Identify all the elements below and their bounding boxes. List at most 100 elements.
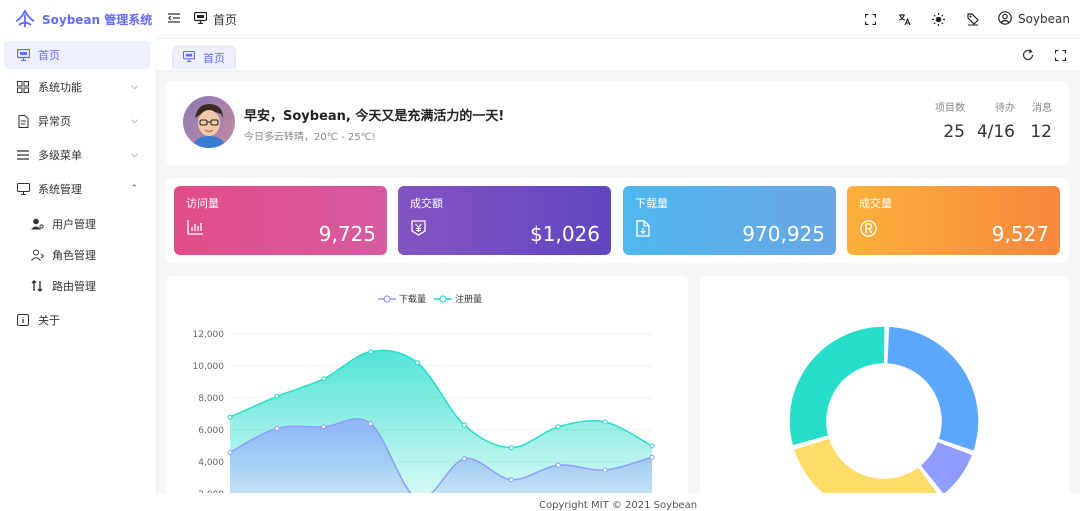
sidebar: Soybean 管理系统 首页 系统功能 ⌵ 异常页 ⌵ 多级菜单 ⌵ 系统管理… — [0, 0, 156, 511]
registered-icon — [860, 220, 877, 241]
legend-item[interactable]: 下载量 — [378, 293, 426, 305]
sidebar-item-multi-menu[interactable]: 多级菜单 ⌵ — [4, 141, 150, 169]
sidebar-item-label: 异常页 — [38, 115, 71, 128]
chevron-down-icon: ⌵ — [131, 82, 138, 92]
tab-home[interactable]: 首页 — [172, 46, 236, 69]
donut-chart — [788, 325, 980, 511]
sidebar-item-route-management[interactable]: 路由管理 — [4, 272, 150, 300]
data-point[interactable] — [649, 454, 655, 460]
data-point[interactable] — [274, 393, 280, 399]
sun-icon[interactable] — [924, 4, 954, 34]
data-point[interactable] — [368, 349, 374, 355]
sidebar-item-label: 首页 — [38, 49, 60, 62]
sidebar-item-label: 角色管理 — [52, 249, 96, 262]
breadcrumb-label: 首页 — [213, 12, 238, 27]
admin-monitor-icon — [16, 182, 30, 196]
fullscreen-icon[interactable] — [856, 4, 886, 34]
data-point[interactable] — [368, 421, 374, 427]
user-setting-icon — [30, 217, 44, 231]
theme-config-icon[interactable] — [958, 4, 988, 34]
role-icon — [30, 248, 44, 262]
sidebar-item-system-management[interactable]: 系统管理 ⌃ — [4, 175, 150, 203]
deals-card[interactable]: 成交量 9,527 — [847, 186, 1060, 255]
data-point[interactable] — [649, 443, 655, 449]
sidebar-item-exception[interactable]: 异常页 ⌵ — [4, 107, 150, 135]
sidebar-item-system-functions[interactable]: 系统功能 ⌵ — [4, 73, 150, 101]
data-point[interactable] — [274, 425, 280, 431]
sidebar-item-about[interactable]: 关于 — [4, 306, 150, 334]
data-point[interactable] — [508, 477, 514, 483]
y-tick-label: 8,000 — [198, 394, 224, 404]
monitor-icon — [16, 48, 30, 62]
data-point[interactable] — [461, 456, 467, 462]
fullscreen-content-button[interactable] — [1048, 43, 1072, 67]
legend-label: 注册量 — [455, 293, 482, 305]
sidebar-item-label: 多级菜单 — [38, 149, 82, 162]
pie-slice[interactable] — [788, 325, 886, 447]
menu-collapse-icon[interactable] — [168, 12, 180, 26]
data-point[interactable] — [321, 424, 327, 430]
data-point[interactable] — [415, 360, 421, 366]
monitor-icon — [182, 50, 196, 65]
data-point[interactable] — [321, 376, 327, 382]
data-point[interactable] — [508, 445, 514, 451]
sidebar-item-user-management[interactable]: 用户管理 — [4, 210, 150, 238]
card-value: 9,527 — [991, 222, 1049, 246]
line-chart: 2,0004,0006,0008,00010,00012,000下载量注册量 — [193, 293, 655, 511]
card-title: 成交量 — [859, 197, 892, 210]
sidebar-item-label: 系统功能 — [38, 81, 82, 94]
grid-icon — [16, 80, 30, 94]
data-point[interactable] — [602, 467, 608, 473]
data-point[interactable] — [555, 424, 561, 430]
fullscreen-icon — [1054, 49, 1066, 61]
tab-bar: 首页 — [156, 38, 1080, 70]
stat-todo: 待办 4/16 — [977, 99, 1015, 142]
greeting-text: 早安，Soybean, 今天又是充满活力的一天! — [244, 109, 505, 124]
sidebar-item-role-management[interactable]: 角色管理 — [4, 241, 150, 269]
data-point[interactable] — [555, 462, 561, 468]
data-point[interactable] — [602, 419, 608, 425]
visits-card[interactable]: 访问量 9,725 — [174, 186, 387, 255]
card-value: 9,725 — [318, 222, 376, 246]
user-menu[interactable]: Soybean — [992, 10, 1076, 28]
stat-label: 待办 — [995, 103, 1015, 114]
data-point[interactable] — [461, 422, 467, 428]
line-chart-card: 2,0004,0006,0008,00010,00012,000下载量注册量 — [166, 276, 688, 511]
stat-value: 12 — [1030, 122, 1052, 142]
translate-icon[interactable] — [890, 4, 920, 34]
app-name: Soybean 管理系统 — [42, 12, 153, 27]
refresh-button[interactable] — [1016, 43, 1040, 67]
sidebar-item-label: 关于 — [38, 314, 60, 327]
sidebar-item-label: 路由管理 — [52, 280, 96, 293]
stat-value: 25 — [943, 122, 965, 142]
data-point[interactable] — [227, 449, 233, 455]
stat-cards-row: 访问量 9,725 成交额 $1,026 下载量 970,925 成交量 9,5… — [166, 178, 1069, 263]
stat-value: 4/16 — [976, 122, 1015, 142]
data-point[interactable] — [227, 414, 233, 420]
file-alert-icon — [16, 114, 30, 128]
card-title: 访问量 — [186, 197, 219, 210]
stat-projects: 项目数 25 — [935, 99, 965, 142]
sidebar-item-label: 用户管理 — [52, 218, 96, 231]
refresh-icon — [1022, 49, 1034, 61]
turnover-card[interactable]: 成交额 $1,026 — [398, 186, 611, 255]
sidebar-item-home[interactable]: 首页 — [4, 41, 150, 69]
copyright-text: Copyright MIT © 2021 Soybean — [538, 500, 698, 511]
legend-item[interactable]: 注册量 — [434, 293, 482, 305]
app-logo[interactable]: Soybean 管理系统 — [0, 0, 156, 38]
y-tick-label: 10,000 — [193, 362, 225, 372]
y-tick-label: 4,000 — [198, 458, 224, 468]
weather-text: 今日多云转晴，20℃ - 25℃! — [244, 132, 376, 143]
breadcrumb[interactable]: 首页 — [193, 11, 238, 28]
card-value: 970,925 — [742, 222, 825, 246]
tab-label: 首页 — [203, 52, 225, 65]
downloads-card[interactable]: 下载量 970,925 — [623, 186, 836, 255]
top-header: 首页 Soybean — [156, 0, 1080, 38]
pie-slice[interactable] — [885, 325, 980, 453]
y-tick-label: 6,000 — [198, 426, 224, 436]
avatar[interactable] — [183, 96, 235, 148]
route-icon — [30, 279, 44, 293]
y-tick-label: 12,000 — [193, 330, 225, 340]
chevron-down-icon: ⌵ — [131, 150, 138, 160]
sidebar-item-label: 系统管理 — [38, 183, 82, 196]
